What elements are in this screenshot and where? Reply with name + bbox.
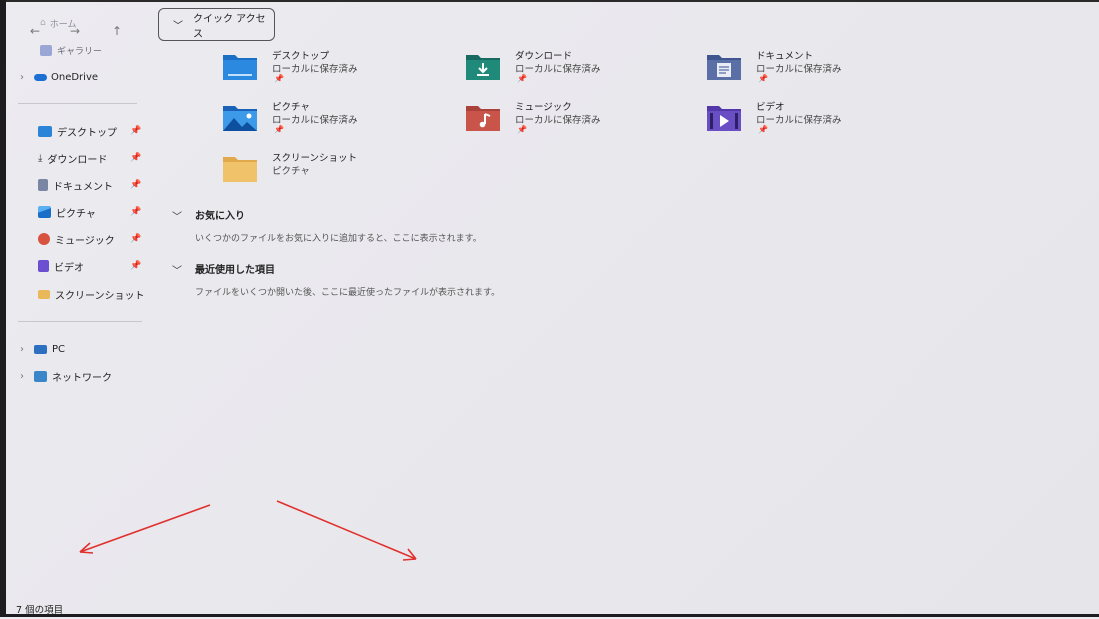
screen-bezel-left	[0, 0, 6, 617]
annotation-arrow-left	[79, 504, 211, 553]
annotation-arrow-right	[276, 500, 417, 560]
file-explorer-window: ← → ↑ ⌂ ホーム ギャラリー › OneDrive デスクトップ 📌 ⤓ …	[0, 0, 1099, 617]
annotation-arrows	[79, 500, 417, 561]
